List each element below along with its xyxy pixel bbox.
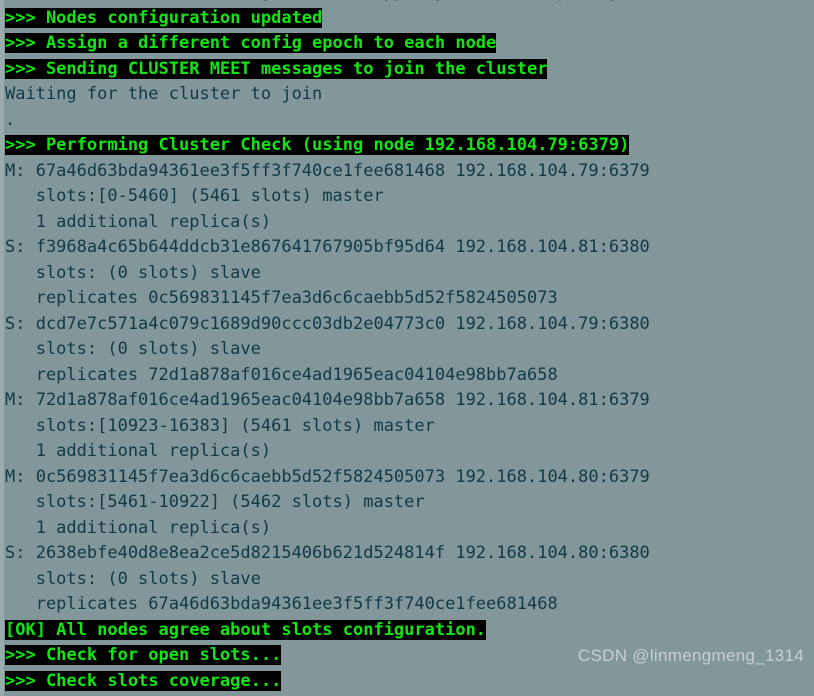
terminal-line: S: dcd7e7c571a4c079c1689d90ccc03db2e0477…	[5, 312, 814, 338]
terminal-line-text: Waiting for the cluster to join	[5, 84, 323, 104]
terminal-line-text: 1 additional replica(s)	[5, 517, 272, 538]
terminal-line: slots: (0 slots) slave	[5, 337, 814, 363]
terminal-line: Waiting for the cluster to join	[5, 82, 814, 108]
terminal-line: M: 67a46d63bda94361ee3f5ff3f740ce1fee681…	[5, 159, 814, 185]
terminal-line-text: .	[5, 109, 16, 130]
terminal-line: M: 0c569831145f7ea3d6c6caebb5d52f5824505…	[5, 465, 814, 491]
terminal-line-highlighted: [OK] All nodes agree about slots configu…	[5, 619, 487, 640]
terminal-line-text: 1 additional replica(s)	[5, 211, 272, 232]
terminal-line: slots:[10923-16383] (5461 slots) master	[5, 414, 814, 440]
terminal-line-text: slots:[0-5460] (5461 slots) master	[5, 186, 384, 206]
terminal-line: >>> Assign a different config epoch to e…	[5, 31, 814, 57]
terminal-line-highlighted: >>> Nodes configuration updated	[5, 7, 323, 28]
terminal-line: >>> Nodes configuration updated	[5, 6, 814, 32]
terminal-line-highlighted: >>> Check for open slots...	[5, 645, 282, 665]
window-left-edge	[0, 0, 4, 696]
terminal-line-text: slots: (0 slots) slave	[5, 262, 261, 283]
terminal-line-highlighted: >>> Assign a different config epoch to e…	[5, 33, 497, 53]
terminal-line-text: slots: (0 slots) slave	[5, 339, 261, 359]
terminal-line-text: S: f3968a4c65b644ddcb31e867641767905bf95…	[5, 237, 650, 257]
terminal-line: slots:[5461-10922] (5462 slots) master	[5, 490, 814, 516]
terminal-line-text: S: dcd7e7c571a4c079c1689d90ccc03db2e0477…	[5, 313, 650, 334]
terminal-line-text: replicates 67a46d63bda94361ee3f5ff3f740c…	[5, 594, 558, 614]
terminal-line-text: M: 72d1a878af016ce4ad1965eac04104e98bb7a…	[5, 390, 650, 410]
terminal-line-text: slots: (0 slots) slave	[5, 568, 261, 589]
terminal-line-highlighted: >>> Performing Cluster Check (using node…	[5, 135, 630, 155]
terminal-line: >>> Check slots coverage...	[5, 669, 814, 695]
terminal-line: >>> Sending CLUSTER MEET messages to joi…	[5, 57, 814, 83]
terminal-line: replicates 67a46d63bda94361ee3f5ff3f740c…	[5, 592, 814, 618]
terminal-line: replicates 72d1a878af016ce4ad1965eac0410…	[5, 363, 814, 389]
terminal-line-text: replicates 72d1a878af016ce4ad1965eac0410…	[5, 364, 558, 385]
terminal-line: 1 additional replica(s)	[5, 516, 814, 542]
terminal-line-text: slots:[10923-16383] (5461 slots) master	[5, 415, 435, 436]
terminal-line-highlighted: >>> Check slots coverage...	[5, 670, 282, 691]
terminal-line-text: M: 67a46d63bda94361ee3f5ff3f740ce1fee681…	[5, 160, 650, 181]
watermark-text: CSDN @linmengmeng_1314	[577, 645, 804, 665]
terminal-line: 1 additional replica(s)	[5, 210, 814, 236]
terminal-line: >>> Performing Cluster Check (using node…	[5, 133, 814, 159]
terminal-window[interactable]: Can I set the above configuration? (type…	[0, 0, 814, 696]
terminal-line: .	[5, 108, 814, 134]
terminal-line-text: replicates 0c569831145f7ea3d6c6caebb5d52…	[5, 288, 558, 308]
terminal-line-text: S: 2638ebfe40d8e8ea2ce5d8215406b621d5248…	[5, 543, 650, 563]
terminal-line-text: slots:[5461-10922] (5462 slots) master	[5, 492, 425, 512]
terminal-output[interactable]: Can I set the above configuration? (type…	[5, 0, 814, 696]
terminal-line-text: 1 additional replica(s)	[5, 441, 272, 461]
terminal-line: replicates 0c569831145f7ea3d6c6caebb5d52…	[5, 286, 814, 312]
terminal-line: S: 2638ebfe40d8e8ea2ce5d8215406b621d5248…	[5, 541, 814, 567]
terminal-line: [OK] All nodes agree about slots configu…	[5, 618, 814, 644]
terminal-line: 1 additional replica(s)	[5, 439, 814, 465]
terminal-line: slots: (0 slots) slave	[5, 261, 814, 287]
terminal-line: M: 72d1a878af016ce4ad1965eac04104e98bb7a…	[5, 388, 814, 414]
terminal-line: slots: (0 slots) slave	[5, 567, 814, 593]
terminal-line-highlighted: >>> Sending CLUSTER MEET messages to joi…	[5, 58, 548, 79]
terminal-line: S: f3968a4c65b644ddcb31e867641767905bf95…	[5, 235, 814, 261]
terminal-line-text: Can I set the above configuration? (type…	[5, 0, 640, 2]
terminal-line: slots:[0-5460] (5461 slots) master	[5, 184, 814, 210]
terminal-line-text: M: 0c569831145f7ea3d6c6caebb5d52f5824505…	[5, 466, 650, 487]
